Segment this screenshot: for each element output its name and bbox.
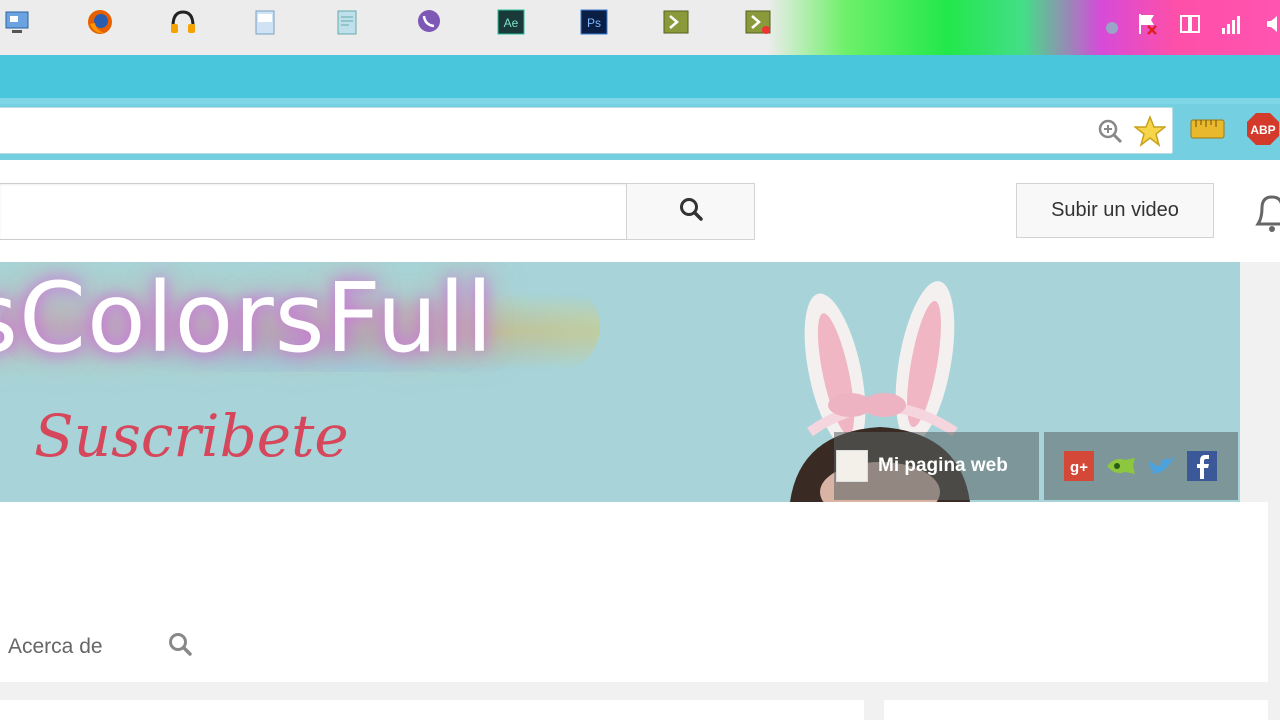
website-favicon [836, 450, 868, 482]
website-link[interactable]: Mi pagina web [834, 432, 1039, 500]
search-input[interactable] [0, 183, 628, 240]
facebook-icon[interactable] [1187, 451, 1217, 481]
tray-dot-icon[interactable] [1100, 16, 1124, 40]
search-button[interactable] [626, 183, 755, 240]
script-icon[interactable] [662, 8, 690, 36]
google-plus-icon[interactable]: g+ [1064, 451, 1094, 481]
tab-about[interactable]: Acerca de [8, 635, 103, 659]
document-icon[interactable] [333, 8, 361, 36]
search-icon [678, 196, 704, 227]
address-bar[interactable] [0, 107, 1173, 154]
adblock-extension-icon[interactable]: ABP [1246, 112, 1280, 152]
firefox-icon[interactable] [86, 8, 114, 36]
connect-icon[interactable] [1178, 12, 1202, 36]
bookmark-star-icon[interactable] [1132, 114, 1168, 147]
after-effects-icon[interactable]: Ae [497, 8, 525, 36]
browser-tabstrip [0, 55, 1280, 101]
notepad-icon[interactable] [251, 8, 279, 36]
adblock-badge: ABP [1250, 123, 1275, 137]
banner-subtitle: Suscribete [34, 402, 349, 470]
photoshop-icon[interactable]: Ps [580, 8, 608, 36]
viber-icon[interactable] [415, 8, 443, 36]
network-flag-icon[interactable] [1136, 12, 1160, 36]
website-link-label: Mi pagina web [878, 455, 1008, 476]
ae-label: Ae [504, 16, 519, 30]
script-edit-icon[interactable] [744, 8, 772, 36]
channel-banner: sColorsFull Suscribete Mi pagina web g+ [0, 262, 1240, 502]
taskbar: Ae Ps [0, 0, 1280, 55]
zoom-icon[interactable] [1097, 118, 1123, 144]
remote-desktop-icon[interactable] [4, 8, 32, 36]
notifications-bell-icon[interactable] [1252, 188, 1280, 234]
svg-text:g+: g+ [1070, 459, 1088, 476]
ps-label: Ps [587, 16, 601, 30]
social-links: g+ [1044, 432, 1238, 500]
channel-search-icon[interactable] [166, 630, 196, 660]
upload-button[interactable]: Subir un video [1016, 183, 1214, 238]
volume-icon[interactable] [1262, 12, 1280, 36]
banner-title: sColorsFull [0, 262, 494, 374]
sidebar-panel [884, 700, 1268, 720]
content-panel [0, 700, 864, 720]
ruler-extension-icon[interactable] [1190, 116, 1226, 142]
web-link-icon[interactable] [1105, 451, 1135, 481]
twitter-icon[interactable] [1146, 451, 1176, 481]
page-gutter [1268, 262, 1280, 720]
headphones-icon[interactable] [169, 8, 197, 36]
signal-icon[interactable] [1220, 12, 1244, 36]
